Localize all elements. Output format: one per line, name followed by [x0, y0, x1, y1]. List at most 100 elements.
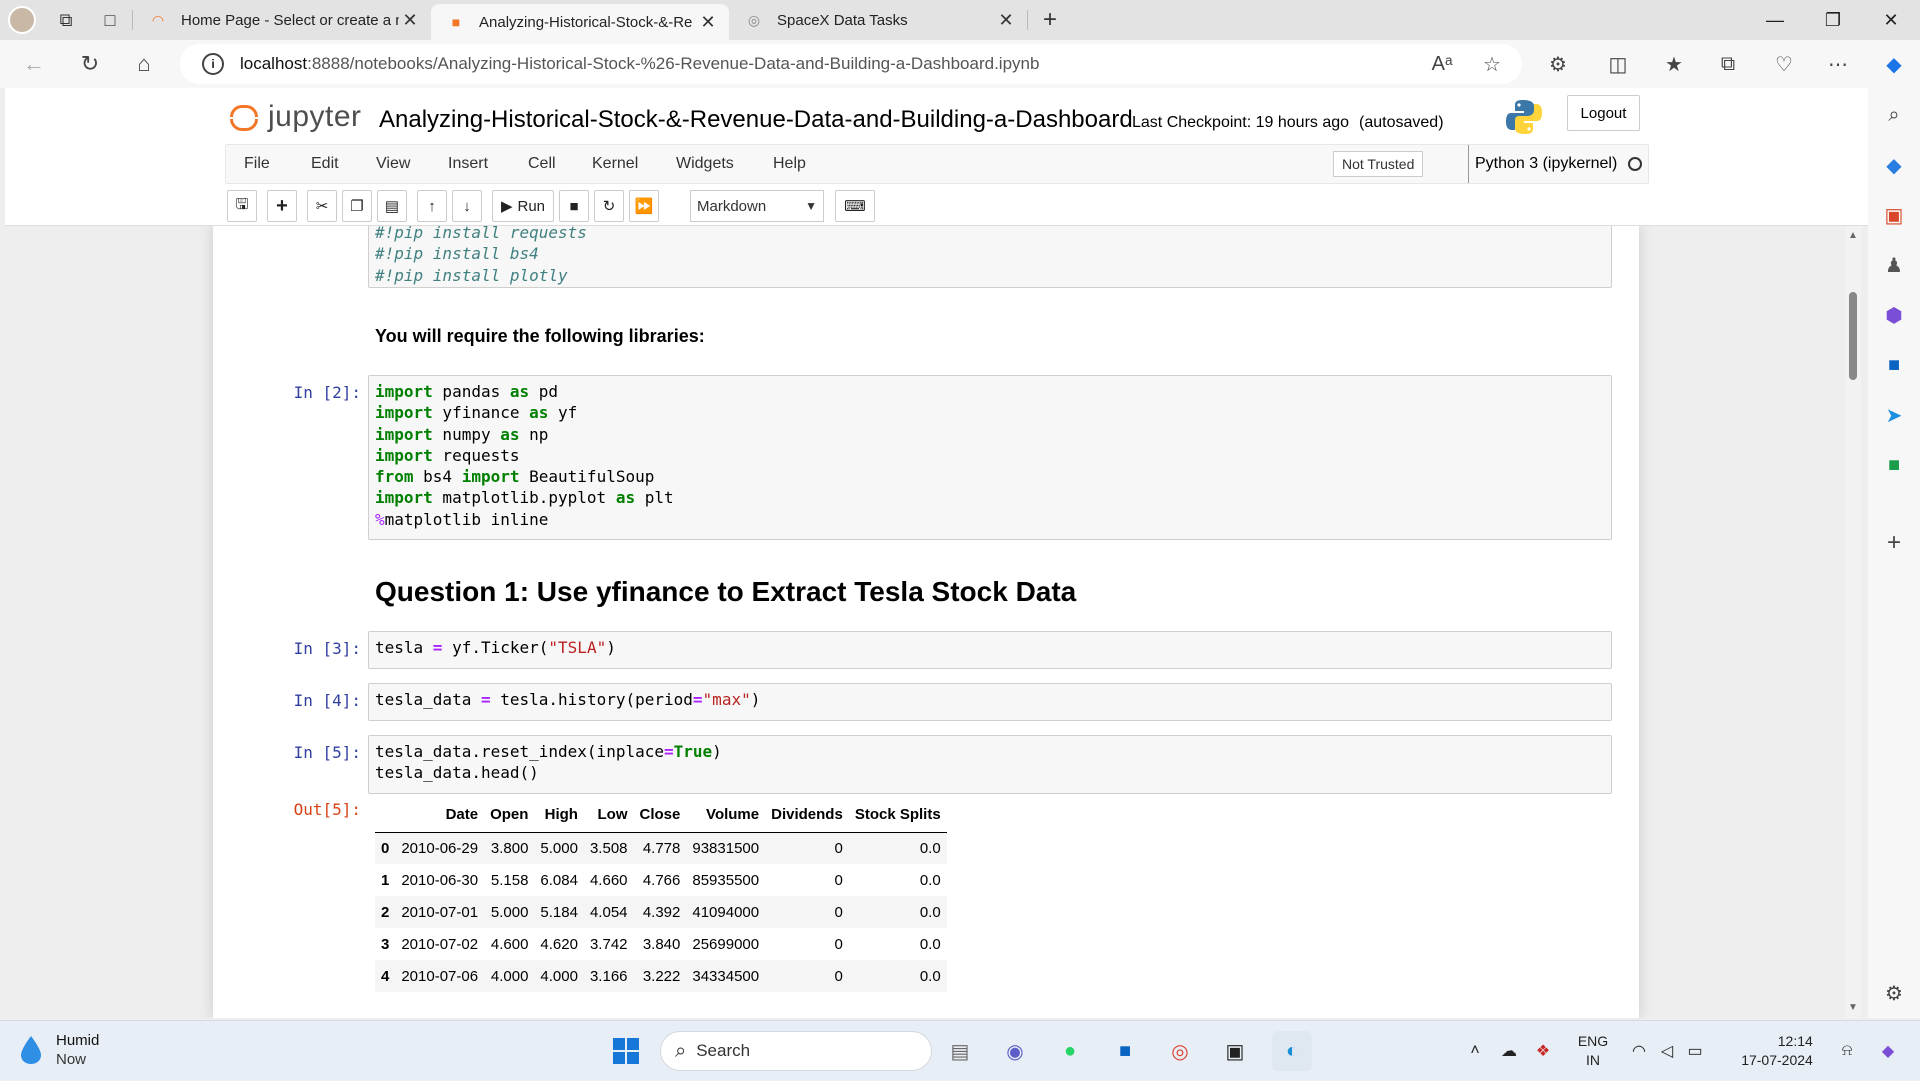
- menu-cell[interactable]: Cell: [528, 145, 556, 183]
- home-button[interactable]: ⌂: [118, 44, 170, 84]
- menu-kernel[interactable]: Kernel: [592, 145, 638, 183]
- favorites-icon[interactable]: ★: [1652, 44, 1696, 84]
- chrome-icon[interactable]: ◎: [1160, 1031, 1200, 1071]
- restore-button[interactable]: ❐: [1804, 0, 1862, 40]
- terminal-icon[interactable]: ▣: [1215, 1031, 1255, 1071]
- favorite-star-icon[interactable]: ☆: [1470, 44, 1514, 84]
- logout-button[interactable]: Logout: [1567, 95, 1640, 131]
- edge-browser-icon[interactable]: ◐: [1272, 1031, 1312, 1071]
- workspaces-icon[interactable]: ⧉: [44, 0, 88, 40]
- dropbox-icon[interactable]: ❖: [1528, 1021, 1558, 1081]
- close-tab-icon[interactable]: ✕: [697, 12, 719, 33]
- notification-bell-icon[interactable]: ⍾: [1832, 1021, 1862, 1081]
- interrupt-kernel-button[interactable]: ■: [559, 190, 589, 222]
- code-line: #!pip install plotly: [375, 265, 568, 285]
- clock[interactable]: 12:14 17-07-2024: [1728, 1021, 1826, 1081]
- new-tab-button[interactable]: +: [1028, 0, 1072, 40]
- copilot-icon[interactable]: ◆: [1872, 44, 1916, 84]
- read-aloud-icon[interactable]: Aᵃ: [1420, 44, 1464, 84]
- question-1-heading[interactable]: Question 1: Use yfinance to Extract Tesl…: [375, 576, 1076, 608]
- notebook-scroll-area[interactable]: #!pip install requests #!pip install bs4…: [5, 226, 1848, 1018]
- site-info-icon[interactable]: i: [202, 53, 224, 75]
- scroll-up-icon[interactable]: ▲: [1848, 230, 1858, 241]
- send-icon[interactable]: ➤: [1879, 400, 1909, 430]
- notebook-title[interactable]: Analyzing-Historical-Stock-&-Revenue-Dat…: [379, 106, 1133, 134]
- whatsapp-icon[interactable]: ●: [1050, 1031, 1090, 1071]
- battery-icon[interactable]: ▭: [1682, 1021, 1708, 1081]
- cut-cells-button[interactable]: ✂: [307, 190, 337, 222]
- search-icon[interactable]: ⌕: [1879, 100, 1909, 130]
- meet-icon[interactable]: ■: [1879, 450, 1909, 480]
- menu-widgets[interactable]: Widgets: [676, 145, 734, 183]
- tools-icon[interactable]: ▣: [1879, 200, 1909, 230]
- outlook-app-icon[interactable]: ■: [1105, 1031, 1145, 1071]
- copilot-app-icon[interactable]: ⬢: [1879, 300, 1909, 330]
- markdown-libraries-text[interactable]: You will require the following libraries…: [375, 326, 705, 347]
- outlook-icon[interactable]: ■: [1879, 350, 1909, 380]
- tab-actions-icon[interactable]: □: [88, 0, 132, 40]
- taskbar-search-box[interactable]: ⌕ Search: [660, 1031, 932, 1071]
- menu-insert[interactable]: Insert: [448, 145, 488, 183]
- code-cell-pip[interactable]: #!pip install requests #!pip install bs4…: [368, 226, 1612, 288]
- close-tab-icon[interactable]: ✕: [995, 10, 1017, 31]
- menu-edit[interactable]: Edit: [311, 145, 339, 183]
- cell-type-select[interactable]: Markdown ▼: [690, 190, 824, 222]
- browser-tab-home[interactable]: ◠ Home Page - Select or create a n ✕: [133, 0, 431, 40]
- volume-icon[interactable]: ◁: [1654, 1021, 1680, 1081]
- url-input[interactable]: i localhost:8888/notebooks/Analyzing-His…: [180, 44, 1522, 84]
- table-cell: 4.778: [642, 839, 681, 857]
- row-index-cell: 4: [381, 967, 390, 985]
- browser-tab-notebook[interactable]: ■ Analyzing-Historical-Stock-&-Re ✕: [431, 4, 729, 40]
- weather-widget[interactable]: Humid Now: [18, 1031, 99, 1069]
- paste-icon: ▤: [384, 198, 400, 215]
- copilot-taskbar-icon[interactable]: ◆: [1870, 1021, 1906, 1081]
- collections-icon[interactable]: ⧉: [1706, 44, 1750, 84]
- scroll-down-icon[interactable]: ▼: [1848, 1002, 1858, 1013]
- close-tab-icon[interactable]: ✕: [399, 10, 421, 31]
- copy-cells-button[interactable]: ❐: [342, 190, 372, 222]
- notebook-scrollbar[interactable]: ▲ ▼: [1845, 226, 1861, 1018]
- menu-view[interactable]: View: [376, 145, 410, 183]
- start-button[interactable]: [606, 1031, 646, 1071]
- scrollbar-thumb[interactable]: [1849, 292, 1857, 380]
- trust-status-button[interactable]: Not Trusted: [1333, 151, 1424, 177]
- menu-help[interactable]: Help: [773, 145, 806, 183]
- insert-cell-below-button[interactable]: +: [267, 190, 297, 222]
- games-icon[interactable]: ♟: [1879, 250, 1909, 280]
- wifi-icon[interactable]: ◠: [1626, 1021, 1652, 1081]
- code-cell-ticker[interactable]: tesla = yf.Ticker("TSLA"): [368, 631, 1612, 669]
- teams-meet-icon[interactable]: ◉: [995, 1031, 1035, 1071]
- task-view-icon[interactable]: ▤: [940, 1031, 980, 1071]
- extensions-icon[interactable]: ⚙: [1536, 44, 1580, 84]
- minimize-button[interactable]: —: [1746, 0, 1804, 40]
- table-cell: 3.222: [642, 967, 681, 985]
- browser-essentials-icon[interactable]: ♡: [1762, 44, 1806, 84]
- move-cell-up-button[interactable]: ↑: [417, 190, 447, 222]
- language-indicator[interactable]: ENG IN: [1570, 1021, 1616, 1081]
- code-cell-history[interactable]: tesla_data = tesla.history(period="max"): [368, 683, 1612, 721]
- split-screen-icon[interactable]: ◫: [1596, 44, 1640, 84]
- show-hidden-icons-chevron-up-icon[interactable]: ˄: [1460, 1021, 1490, 1081]
- menu-file[interactable]: File: [244, 145, 270, 183]
- code-cell-imports[interactable]: import pandas as pd import yfinance as y…: [368, 375, 1612, 540]
- shopping-tag-icon[interactable]: ◆: [1879, 150, 1909, 180]
- add-sidebar-app-icon[interactable]: +: [1879, 528, 1909, 558]
- code-cell-head[interactable]: tesla_data.reset_index(inplace=True) tes…: [368, 735, 1612, 794]
- close-window-button[interactable]: ✕: [1862, 0, 1920, 40]
- onedrive-icon[interactable]: ☁: [1494, 1021, 1524, 1081]
- command-palette-button[interactable]: ⌨: [835, 190, 875, 222]
- settings-more-icon[interactable]: ⋯: [1816, 44, 1860, 84]
- move-cell-down-button[interactable]: ↓: [452, 190, 482, 222]
- run-cell-button[interactable]: ▶ Run: [492, 190, 554, 222]
- jupyter-logo[interactable]: jupyter: [228, 100, 362, 134]
- browser-tab-spacex[interactable]: ◎ SpaceX Data Tasks ✕: [729, 0, 1027, 40]
- restart-run-all-button[interactable]: ⏩: [629, 190, 659, 222]
- sidebar-settings-icon[interactable]: ⚙: [1879, 978, 1909, 1008]
- save-button[interactable]: 🖫: [227, 190, 257, 222]
- back-button[interactable]: ←: [8, 44, 60, 84]
- refresh-button[interactable]: ↻: [64, 44, 116, 84]
- profile-avatar[interactable]: [0, 0, 44, 40]
- restart-kernel-button[interactable]: ↻: [594, 190, 624, 222]
- fast-forward-icon: ⏩: [634, 198, 654, 215]
- paste-cells-button[interactable]: ▤: [377, 190, 407, 222]
